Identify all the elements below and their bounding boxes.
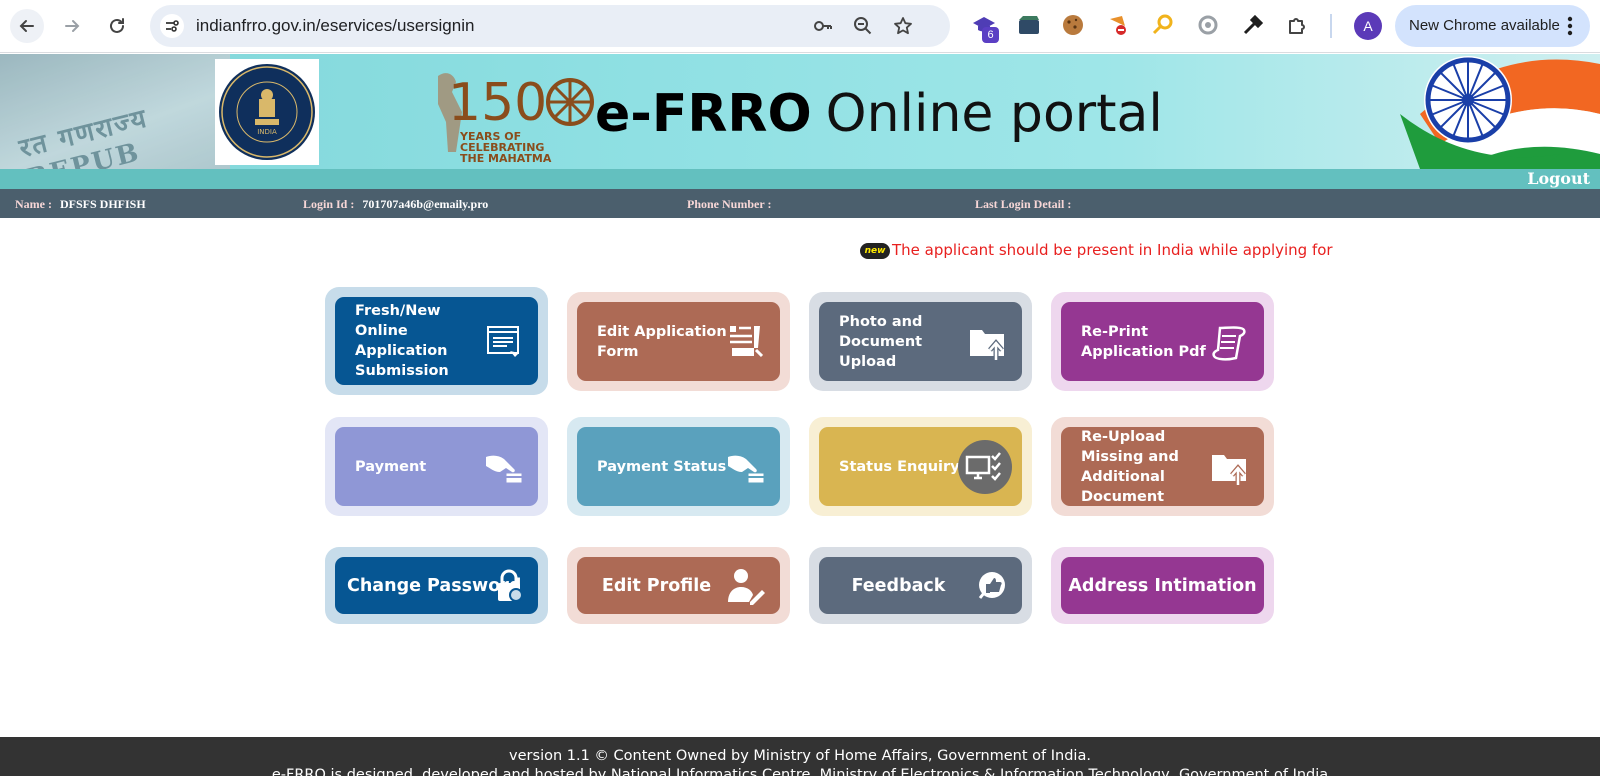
blocked-extension-icon[interactable] xyxy=(1106,13,1130,37)
arrow-left-icon xyxy=(19,20,34,32)
emblem-seal-icon: INDIA xyxy=(219,64,315,160)
chrome-update-label: New Chrome available xyxy=(1409,17,1560,34)
circle-arrow-extension-icon[interactable] xyxy=(1196,13,1220,37)
notice-marquee: new The applicant should be present in In… xyxy=(860,241,1333,259)
tile-fresh-application[interactable]: Fresh/New Online Application Submission xyxy=(325,287,548,395)
address-bar[interactable]: indianfrro.gov.in/eservices/usersignin xyxy=(150,5,950,47)
tile-label: Payment xyxy=(355,458,427,475)
user-info-bar: Name : DFSFS DHFISH Login Id :701707a46b@… xyxy=(0,189,1600,218)
reload-icon xyxy=(110,18,124,33)
tile-reprint-pdf[interactable]: Re-Print Application Pdf xyxy=(1051,292,1274,391)
tile-label: Fresh/New Online Application Submission xyxy=(355,303,449,379)
ashoka-chakra-flag-logo xyxy=(1400,56,1600,169)
tile-label: Edit Application Form xyxy=(597,323,727,360)
bookmark-star-icon[interactable] xyxy=(893,16,913,36)
chrome-update-button[interactable]: New Chrome available xyxy=(1395,5,1590,47)
key-icon[interactable] xyxy=(813,16,833,36)
reload-button[interactable] xyxy=(100,9,134,43)
url-text[interactable]: indianfrro.gov.in/eservices/usersignin xyxy=(196,16,474,36)
visa-background-image: रत गणराज्य REPUB xyxy=(0,54,230,169)
lock-icon xyxy=(498,569,523,602)
site-info-icon[interactable] xyxy=(160,14,184,38)
notice-text: The applicant should be present in India… xyxy=(892,241,1333,259)
tile-edit-profile[interactable]: Edit Profile xyxy=(567,547,790,624)
footer-version-text: version 1.1 © Content Owned by Ministry … xyxy=(509,748,1091,764)
eyedropper-extension-icon[interactable] xyxy=(1241,13,1265,37)
logout-link[interactable]: Logout xyxy=(1527,169,1590,188)
svg-text:THE MAHATMA: THE MAHATMA xyxy=(460,152,552,164)
folder-upload-icon xyxy=(970,329,1004,360)
scroll-icon xyxy=(1212,325,1246,361)
thumbs-up-icon xyxy=(978,571,1005,599)
hand-card-icon xyxy=(728,455,765,483)
tile-label: Re-Upload Missing and Additional Documen… xyxy=(1081,428,1179,505)
tile-label: Re-Print Application Pdf xyxy=(1081,323,1206,360)
anniversary-number: 150 xyxy=(448,73,547,133)
hand-card-icon xyxy=(486,455,523,483)
key-magnifier-extension-icon[interactable] xyxy=(1151,13,1175,37)
folder-upload-icon xyxy=(1212,454,1246,485)
portal-title-rest: Online portal xyxy=(825,84,1163,144)
toolbar-divider xyxy=(1330,14,1332,38)
portal-title-bold: e-FRRO xyxy=(595,84,812,144)
profile-avatar[interactable]: A xyxy=(1354,12,1382,40)
gandhi-150-logo: 150 YEARS OF CELEBRATING THE MAHATMA xyxy=(438,73,594,164)
tile-payment-status[interactable]: Payment Status xyxy=(567,417,790,516)
clapperboard-extension-icon[interactable] xyxy=(1017,13,1041,37)
user-name: Name : DFSFS DHFISH xyxy=(15,197,146,211)
new-badge-icon: new xyxy=(860,242,890,259)
tile-label: Photo and Document Upload xyxy=(839,313,923,370)
user-edit-icon xyxy=(728,568,765,605)
monitor-check-icon xyxy=(958,439,1012,494)
bureau-of-immigration-logo: INDIA xyxy=(215,59,319,165)
site-banner: रत गणराज्य REPUB INDIA 150 YEARS OF CELE… xyxy=(0,54,1600,169)
tile-label: Status Enquiry xyxy=(839,458,960,475)
tile-label: Payment Status xyxy=(597,458,727,475)
forward-button[interactable] xyxy=(55,9,89,43)
edit-form-icon xyxy=(730,325,764,357)
tile-reupload-documents[interactable]: Re-Upload Missing and Additional Documen… xyxy=(1051,417,1274,516)
footer-credits-text: e-FRRO is designed, developed and hosted… xyxy=(271,767,1329,783)
arrow-right-icon xyxy=(65,20,80,32)
tile-photo-document-upload[interactable]: Photo and Document Upload xyxy=(809,292,1032,391)
zoom-out-icon[interactable] xyxy=(853,16,873,36)
cookie-extension-icon[interactable] xyxy=(1061,13,1085,37)
extension-badge: 6 xyxy=(982,27,999,43)
tile-label: Address Intimation xyxy=(1068,575,1257,596)
browser-toolbar: indianfrro.gov.in/eservices/usersignin 6… xyxy=(0,0,1600,53)
kebab-menu-icon[interactable] xyxy=(1567,16,1573,36)
puzzle-extensions-icon[interactable] xyxy=(1286,13,1310,37)
tile-change-password[interactable]: Change Password xyxy=(325,547,548,624)
tile-feedback[interactable]: Feedback xyxy=(809,547,1032,624)
svg-text:INDIA: INDIA xyxy=(257,128,277,136)
tile-payment[interactable]: Payment xyxy=(325,417,548,516)
site-footer: version 1.1 © Content Owned by Ministry … xyxy=(0,737,1600,783)
tile-status-enquiry[interactable]: Status Enquiry xyxy=(809,417,1032,516)
tile-edit-application[interactable]: Edit Application Form xyxy=(567,292,790,391)
back-button[interactable] xyxy=(10,9,44,43)
banner-strip xyxy=(0,169,1600,189)
user-login-id: Login Id :701707a46b@emaily.pro xyxy=(303,197,489,211)
user-phone: Phone Number : xyxy=(687,197,772,211)
form-screen-icon xyxy=(487,326,519,357)
portal-title: e-FRRO Online portal xyxy=(595,84,1163,144)
user-last-login: Last Login Detail : xyxy=(975,197,1072,211)
tile-address-intimation[interactable]: Address Intimation xyxy=(1051,547,1274,624)
